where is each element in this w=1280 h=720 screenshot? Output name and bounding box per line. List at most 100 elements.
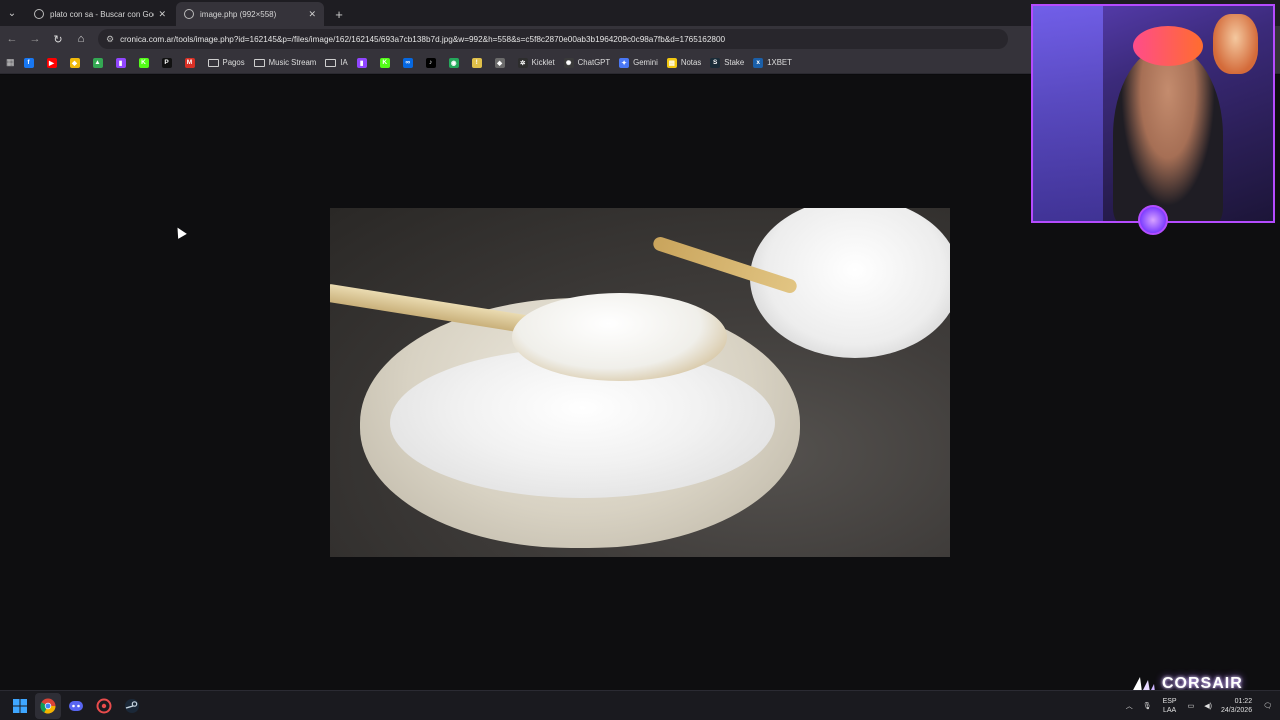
bookmark-label: Stake [724,58,745,67]
bookmark-item[interactable]: f [23,57,38,68]
folder-icon [207,58,219,67]
1xbet-icon: x [753,57,764,68]
bookmark-item[interactable]: x 1XBET [753,57,792,68]
taskbar: ︿ 🎙 ESP LAA ▭ ◀) 01:22 24/3/2026 🗨 [0,690,1280,720]
bookmark-label: ChatGPT [577,58,611,67]
tray-chevron-up-icon[interactable]: ︿ [1126,701,1133,711]
streamer-hair [1133,26,1203,66]
notifications-icon[interactable]: 🗨 [1263,702,1272,710]
reload-icon[interactable]: ↻ [47,28,69,50]
steam-icon[interactable] [119,693,145,719]
twitch-icon: ▮ [356,57,367,68]
bookmark-item[interactable]: ▮ [115,57,130,68]
bookmark-item[interactable]: ◉ [448,57,463,68]
bookmark-label: Music Stream [268,58,317,67]
bookmark-label: Pagos [222,58,245,67]
stake-icon: S [710,57,721,68]
meta-icon: ∞ [402,57,413,68]
bookmark-item[interactable]: ▮ [356,57,371,68]
apps-grid-icon[interactable]: ▦ [6,57,15,68]
address-bar[interactable]: ⚙ cronica.com.ar/tools/image.php?id=1621… [98,29,1008,49]
globe-favicon-icon [184,9,194,19]
clock-time: 01:22 [1234,698,1253,705]
bookmark-item[interactable]: ∞ [402,57,417,68]
kick-icon: K [379,57,390,68]
salt-bowl-photo [330,208,950,557]
twitch-icon: ▮ [115,57,126,68]
tab-close-icon[interactable]: ✕ [158,9,166,20]
bookmark-label: Notas [680,58,702,67]
gmail-icon: M [184,57,195,68]
bookmark-item[interactable]: ✲ Kicklet [517,57,555,68]
bookmark-item[interactable]: Music Stream [253,58,317,67]
clock-date: 24/3/2026 [1220,707,1253,714]
bookmark-item[interactable]: ▲ [92,57,107,68]
tab-google-search[interactable]: plato con sa - Buscar con Goog ✕ [26,2,174,26]
folder-icon [253,58,265,67]
bookmark-label: IA [340,58,348,67]
tab-close-icon[interactable]: ✕ [308,9,316,20]
bookmark-item[interactable]: S Stake [710,57,745,68]
spoon-head [512,293,727,381]
webcam-background-light [1033,6,1103,221]
bookmark-item[interactable]: P [161,57,176,68]
drive-icon: ▲ [92,57,103,68]
system-tray: ︿ 🎙 ESP LAA ▭ ◀) 01:22 24/3/2026 🗨 [1121,691,1280,720]
new-tab-plus-icon[interactable]: + [328,3,350,25]
bookmark-item[interactable]: ▤ Notas [666,57,702,68]
back-arrow-icon[interactable]: ← [1,28,23,50]
diamond-icon: ◆ [494,57,505,68]
tiktok-icon: ♪ [425,57,436,68]
bookmark-item[interactable]: ✦ Gemini [619,57,658,68]
chatgpt-icon: ✺ [563,57,574,68]
bookmark-item[interactable]: ◆ [69,57,84,68]
youtube-icon: ▶ [46,57,57,68]
home-icon[interactable]: ⌂ [70,28,92,50]
bookmark-item[interactable]: ✺ ChatGPT [563,57,611,68]
clock[interactable]: 01:22 24/3/2026 [1221,697,1252,715]
bookmark-item[interactable]: K [379,57,394,68]
mouse-cursor-icon [173,225,187,239]
tab-search-chevron-icon[interactable]: ⌄ [0,2,24,24]
patreon-icon: P [161,57,172,68]
bookmark-item[interactable]: Pagos [207,58,245,67]
microphone-icon[interactable]: 🎙 [1143,702,1152,710]
browser-icon[interactable] [91,693,117,719]
google-favicon-icon [34,9,44,19]
url-text: cronica.com.ar/tools/image.php?id=162145… [120,34,726,44]
chrome-icon[interactable] [35,692,61,719]
kick-icon: K [138,57,149,68]
bookmark-label: 1XBET [767,58,792,67]
bookmark-item[interactable]: ▶ [46,57,61,68]
keyboard-layout: LAA [1162,707,1177,714]
bookmark-item[interactable]: K [138,57,153,68]
discord-icon[interactable] [63,693,89,719]
bookmark-label: Kicklet [531,58,555,67]
tab-title: plato con sa - Buscar con Goog [50,9,155,19]
forward-arrow-icon[interactable]: → [24,28,46,50]
kicklet-icon: ✲ [517,57,528,68]
windows-start-icon[interactable] [7,693,33,719]
network-icon[interactable]: ▭ [1188,702,1195,710]
bookmark-item[interactable]: IA [325,58,348,67]
bookmark-label: Gemini [633,58,658,67]
facebook-icon: f [23,57,34,68]
bookmark-item[interactable]: ♪ [425,57,440,68]
bookmark-item[interactable]: ! [471,57,486,68]
lamp-icon: ! [471,57,482,68]
tab-image-php[interactable]: image.php (992×558) ✕ [176,2,324,26]
tab-title: image.php (992×558) [200,9,277,19]
app-icon: ◉ [448,57,459,68]
language-indicator[interactable]: ESP LAA [1163,697,1177,715]
folder-icon [325,58,337,67]
site-settings-icon[interactable]: ⚙ [106,34,114,45]
webcam-overlay [1031,4,1275,223]
volume-icon[interactable]: ◀) [1204,702,1212,710]
binance-icon: ◆ [69,57,80,68]
language-code: ESP [1162,698,1177,705]
notes-icon: ▤ [666,57,677,68]
streamer [1113,46,1223,221]
bookmark-item[interactable]: ◆ [494,57,509,68]
bookmark-item[interactable]: M [184,57,199,68]
webcam-figurine [1213,14,1258,74]
